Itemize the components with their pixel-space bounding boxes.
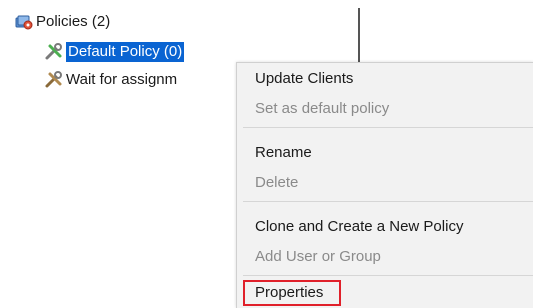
menu-separator [243, 201, 533, 202]
menu-item-rename[interactable]: Rename [255, 139, 312, 167]
tree-node-wait-for-assignment[interactable]: Wait for assignm [44, 70, 177, 90]
policy-tools-icon [44, 70, 64, 90]
menu-item-clone-create-policy[interactable]: Clone and Create a New Policy [255, 213, 463, 241]
menu-separator [243, 127, 533, 128]
tree-node-policies[interactable]: Policies (2) [14, 12, 110, 32]
menu-item-update-clients[interactable]: Update Clients [255, 65, 353, 93]
policies-folder-icon [14, 12, 34, 32]
menu-separator [243, 275, 533, 276]
tree-node-default-policy[interactable]: Default Policy (0) [44, 42, 185, 62]
policy-tools-green-icon [44, 42, 64, 62]
context-menu: Update Clients Set as default policy Ren… [236, 62, 533, 308]
tree-node-label: Default Policy (0) [66, 42, 185, 62]
menu-item-add-user-group: Add User or Group [255, 248, 381, 265]
tree-node-label: Wait for assignm [66, 71, 178, 88]
menu-item-properties[interactable]: Properties [255, 279, 323, 307]
tree-node-label: Policies (2) [36, 13, 111, 30]
menu-item-delete: Delete [255, 174, 299, 191]
menu-item-set-default-policy: Set as default policy [255, 100, 390, 117]
